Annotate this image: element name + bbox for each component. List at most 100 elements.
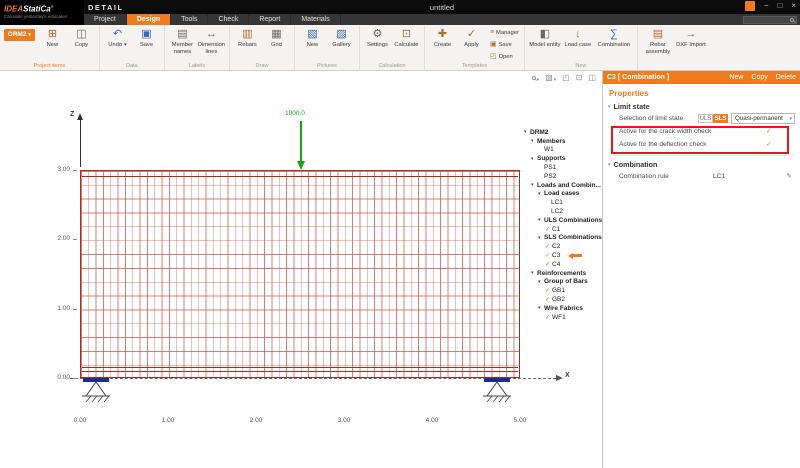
group-label: New [525,63,637,69]
dimension-lines-button[interactable]: Dimension lines [198,27,225,55]
settings-button[interactable]: Settings [364,27,391,49]
check-icon[interactable] [545,314,552,321]
copy-combination-button[interactable]: Copy [751,74,767,81]
y-tick-label: 2.00 [50,235,70,242]
tree-item-ps2[interactable]: PS2 [524,172,602,181]
x-tick-label: 5.00 [510,417,530,424]
tree-item-wf1[interactable]: WF1 [524,313,602,322]
new-combination-button[interactable]: New [729,74,743,81]
properties-title: Properties [609,89,800,98]
tree-item-reinforcements[interactable]: Reinforcements [524,269,602,278]
limit-state-section-header[interactable]: Limit state [608,102,800,111]
gallery-icon [336,27,346,41]
tab-tools[interactable]: Tools [171,14,208,25]
combination-section-header[interactable]: Combination [608,160,800,169]
template-save-button[interactable]: Save [488,39,521,51]
tree-item-group-of-bars[interactable]: Group of Bars [524,278,602,287]
crack-width-checkbox[interactable] [766,127,772,135]
calculate-button[interactable]: Calculate [393,27,420,49]
tree-item-c1[interactable]: C1 [524,225,602,234]
new-picture-button[interactable]: New [299,27,326,49]
sls-toggle-option[interactable]: SLS [713,114,728,123]
grid-button[interactable]: Grid [263,27,290,49]
new-picture-icon [307,27,317,41]
zoom-button[interactable] [532,74,540,83]
gallery-button[interactable]: Gallery [328,27,355,49]
search-input[interactable] [743,16,797,24]
check-icon[interactable] [545,287,552,294]
y-tickmark [73,378,77,379]
tree-item-w1[interactable]: W1 [524,146,602,155]
create-template-button[interactable]: Create [429,27,456,49]
tree-item-lc2[interactable]: LC2 [524,207,602,216]
maximize-button[interactable] [777,1,782,11]
tree-item-c4[interactable]: C4 [524,260,602,269]
apply-template-icon [467,27,476,41]
tab-report[interactable]: Report [249,14,291,25]
support-left[interactable] [82,378,110,404]
minimize-button[interactable] [764,1,769,11]
print-button[interactable] [576,73,583,83]
undo-button[interactable]: Undo [104,27,131,49]
new-icon [48,27,57,41]
copy-project-item-button[interactable]: Copy [68,27,95,49]
tree-item-c2[interactable]: C2 [524,242,602,251]
apply-template-button[interactable]: Apply [458,27,485,49]
tree-item-uls-combinations[interactable]: ULS Combinations [524,216,602,225]
check-icon[interactable] [545,261,552,268]
tree-item-wire-fabrics[interactable]: Wire Fabrics [524,304,602,313]
dxf-import-button[interactable]: DXF Import [676,27,706,49]
tab-design[interactable]: Design [127,14,171,25]
undo-icon [113,27,122,41]
tree-item-gb1[interactable]: GB1 [524,286,602,295]
display-options-button[interactable] [588,73,596,83]
tree-item-gb2[interactable]: GB2 [524,295,602,304]
new-project-item-button[interactable]: New [39,27,66,49]
drm2-button[interactable]: DRM2 [4,29,35,41]
delete-combination-button[interactable]: Delete [776,74,796,81]
tab-materials[interactable]: Materials [291,14,340,25]
tree-item-loads-and-combinations[interactable]: Loads and Combin... [524,181,602,190]
rebars-icon [242,27,252,41]
rebars-button[interactable]: Rebars [234,27,261,49]
load-arrowhead [297,161,305,170]
member-names-button[interactable]: Member names [169,27,196,55]
edit-combination-rule-button[interactable] [786,172,792,180]
display-icon [588,73,596,83]
limit-state-type-dropdown[interactable]: Quasi-permanent [731,113,795,124]
check-icon[interactable] [545,243,552,250]
tree-item-supports[interactable]: Supports [524,154,602,163]
rebar-assembly-button[interactable]: Rebar assembly [642,27,674,55]
group-label: Project items [0,63,99,69]
fit-view-button[interactable] [562,73,570,83]
template-open-button[interactable]: Open [488,51,521,63]
logo-statica-text: StatiCa [23,5,51,14]
tree-item-members[interactable]: Members [524,137,602,146]
load-case-button[interactable]: Load case [563,27,593,49]
deflection-check-row: Active for the deflection check [603,138,800,151]
check-icon[interactable] [545,226,552,233]
model-entity-button[interactable]: Model entity [529,27,561,49]
tree-item-drm2[interactable]: DRM2 [524,128,602,137]
tree-item-ps1[interactable]: PS1 [524,163,602,172]
tree-item-lc1[interactable]: LC1 [524,198,602,207]
tree-item-load-cases[interactable]: Load cases [524,190,602,199]
uls-toggle-option[interactable]: ULS [698,114,713,123]
tab-project[interactable]: Project [84,14,127,25]
tree-item-c3[interactable]: C3 [524,251,602,260]
tab-check[interactable]: Check [208,14,249,25]
model-canvas[interactable]: Z 1900.0 X [0,71,602,468]
check-icon[interactable] [545,252,552,259]
save-button[interactable]: Save [133,27,160,49]
beam-mesh[interactable] [80,170,520,378]
manager-icon [490,29,494,37]
canvas-gallery-button[interactable] [545,73,556,83]
template-manager-button[interactable]: Manager [488,27,521,39]
combination-button[interactable]: Combination [595,27,633,49]
check-icon[interactable] [545,296,552,303]
chevron-down-icon [789,116,792,122]
support-right[interactable] [483,378,511,404]
tree-item-sls-combinations[interactable]: SLS Combinations [524,234,602,243]
close-button[interactable] [791,1,796,11]
deflection-checkbox[interactable] [766,140,772,148]
